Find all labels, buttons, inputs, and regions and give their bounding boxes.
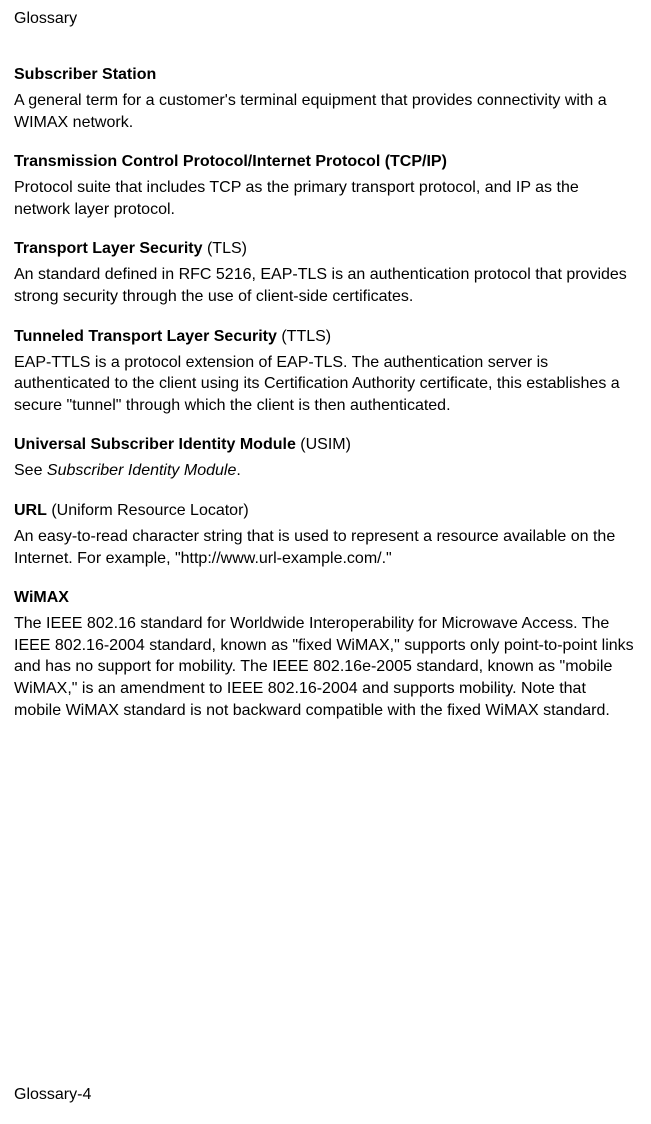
glossary-entry: Subscriber Station A general term for a … xyxy=(14,66,637,133)
glossary-term: Subscriber Station xyxy=(14,66,637,84)
glossary-entry: Tunneled Transport Layer Security (TTLS)… xyxy=(14,328,637,417)
term-text: Tunneled Transport Layer Security xyxy=(14,328,277,345)
term-text: Transport Layer Security xyxy=(14,240,203,257)
glossary-entry: Transport Layer Security (TLS) An standa… xyxy=(14,240,637,307)
definition-suffix: . xyxy=(236,462,240,479)
glossary-term: Transport Layer Security (TLS) xyxy=(14,240,637,258)
glossary-term: Transmission Control Protocol/Internet P… xyxy=(14,153,637,171)
glossary-term: Universal Subscriber Identity Module (US… xyxy=(14,436,637,454)
definition-italic: Subscriber Identity Module xyxy=(47,462,236,479)
term-paren: (USIM) xyxy=(296,436,351,453)
glossary-definition: See Subscriber Identity Module. xyxy=(14,460,637,482)
page-header: Glossary xyxy=(14,10,637,28)
term-text: Subscriber Station xyxy=(14,66,156,83)
glossary-definition: An standard defined in RFC 5216, EAP-TLS… xyxy=(14,264,637,307)
glossary-definition: EAP-TTLS is a protocol extension of EAP-… xyxy=(14,352,637,417)
glossary-term: URL (Uniform Resource Locator) xyxy=(14,502,637,520)
glossary-entry: URL (Uniform Resource Locator) An easy-t… xyxy=(14,502,637,569)
term-text: Universal Subscriber Identity Module xyxy=(14,436,296,453)
glossary-entry: WiMAX The IEEE 802.16 standard for World… xyxy=(14,589,637,721)
term-paren: (Uniform Resource Locator) xyxy=(47,502,249,519)
glossary-definition: Protocol suite that includes TCP as the … xyxy=(14,177,637,220)
page-footer: Glossary-4 xyxy=(14,1086,91,1104)
term-paren: (TLS) xyxy=(203,240,247,257)
glossary-definition: A general term for a customer's terminal… xyxy=(14,90,637,133)
glossary-entry: Universal Subscriber Identity Module (US… xyxy=(14,436,637,482)
glossary-term: WiMAX xyxy=(14,589,637,607)
term-text: Transmission Control Protocol/Internet P… xyxy=(14,153,447,170)
glossary-entry: Transmission Control Protocol/Internet P… xyxy=(14,153,637,220)
term-paren: (TTLS) xyxy=(277,328,331,345)
glossary-definition: An easy-to-read character string that is… xyxy=(14,526,637,569)
term-text: URL xyxy=(14,502,47,519)
glossary-definition: The IEEE 802.16 standard for Worldwide I… xyxy=(14,613,637,721)
term-text: WiMAX xyxy=(14,589,69,606)
glossary-term: Tunneled Transport Layer Security (TTLS) xyxy=(14,328,637,346)
definition-prefix: See xyxy=(14,462,47,479)
